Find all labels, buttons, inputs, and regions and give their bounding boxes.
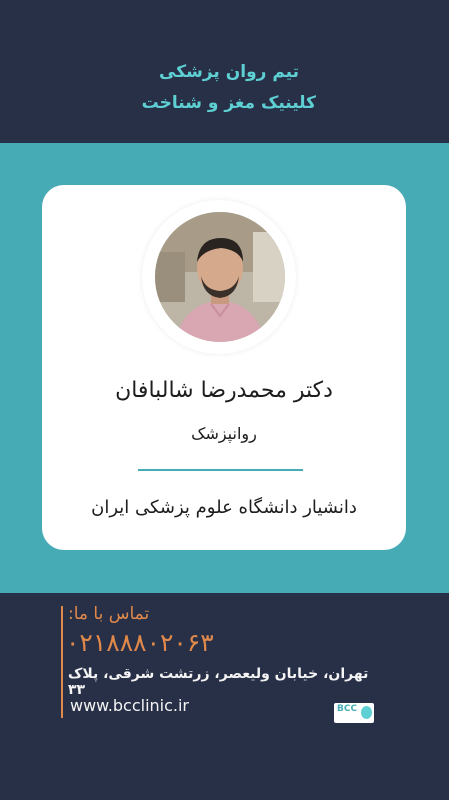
doctor-portrait-icon — [155, 212, 285, 342]
contact-label: تماس با ما: — [68, 604, 150, 624]
clinic-logo: BCC — [334, 703, 374, 723]
doctor-name: دکتر محمدرضا شالبافان — [115, 378, 333, 403]
logo-text: BCC — [337, 704, 358, 714]
brain-icon — [361, 706, 372, 719]
doctor-avatar — [155, 212, 285, 342]
card-divider — [138, 469, 303, 471]
doctor-role: روانپزشک — [191, 424, 257, 443]
doctor-affiliation: دانشیار دانشگاه علوم پزشکی ایران — [91, 497, 357, 518]
phone-number[interactable]: ۰۲۱۸۸۸۰۲۰۶۳ — [66, 628, 214, 657]
clinic-name-subtitle: کلینیک مغز و شناخت — [141, 93, 316, 113]
contact-accent-line — [61, 606, 63, 718]
website-link[interactable]: www.bcclinic.ir — [70, 696, 189, 715]
clinic-team-title: تیم روان پزشکی — [159, 62, 299, 82]
clinic-address: تهران، خیابان ولیعصر، زرتشت شرقی، پلاک ۳… — [68, 666, 369, 698]
